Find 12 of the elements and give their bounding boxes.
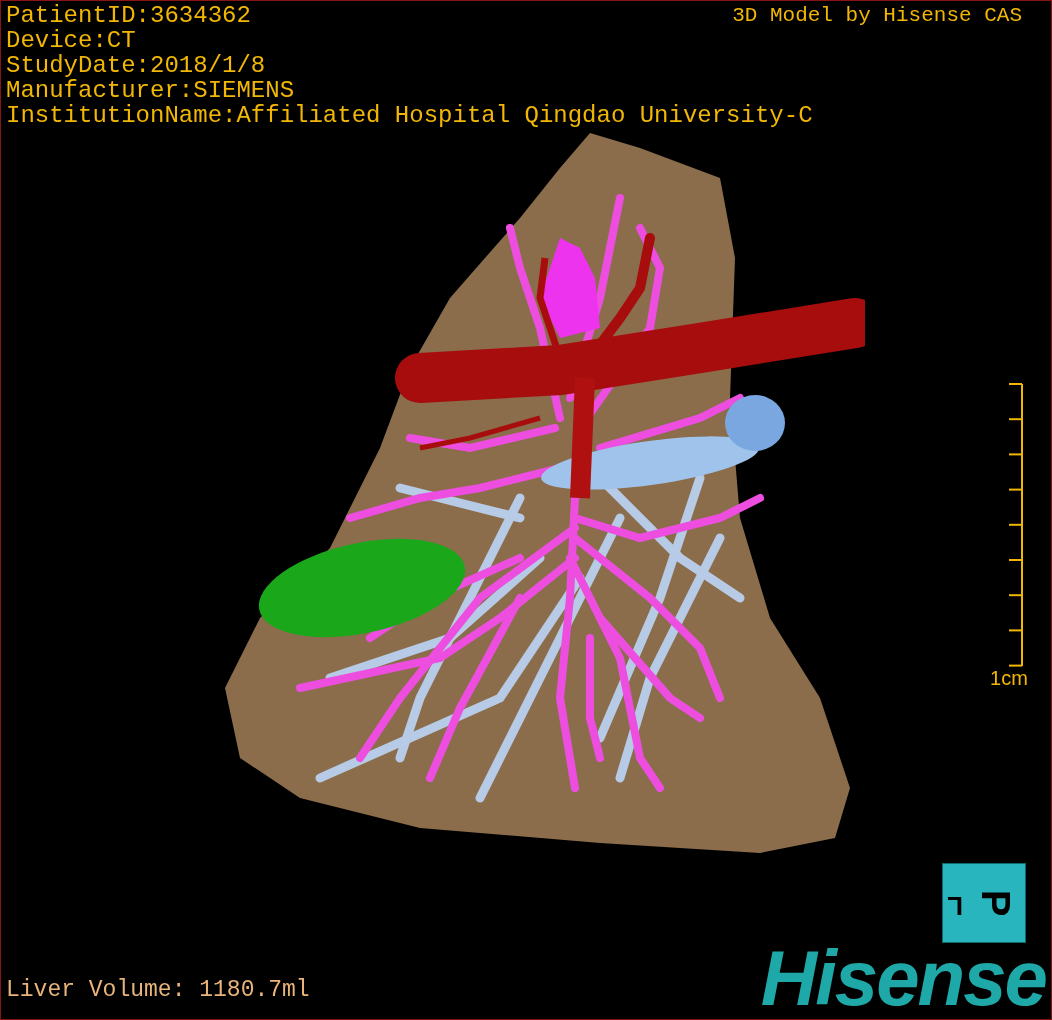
model-credit-text: 3D Model by Hisense CAS [732, 3, 1022, 28]
scale-label: 1cm [990, 667, 1028, 689]
study-info-text: InstitutionName:Affiliated Hospital Qingdao University-C [6, 103, 813, 128]
liver-volume-text: Liver Volume: 1180.7ml [6, 977, 310, 1005]
study-info-text: PatientID:3634362 [6, 3, 251, 28]
brand-logo: Hisense [760, 943, 1046, 1013]
study-info-text: Device:CT [6, 28, 136, 53]
cube-face-letter: P [973, 889, 1019, 917]
study-info-text: StudyDate:2018/1/8 [6, 53, 266, 78]
study-info-text: Manufacturer:SIEMENS [6, 78, 295, 103]
orientation-cube[interactable]: L P [942, 863, 1026, 943]
cube-face-letter: L [947, 890, 963, 923]
